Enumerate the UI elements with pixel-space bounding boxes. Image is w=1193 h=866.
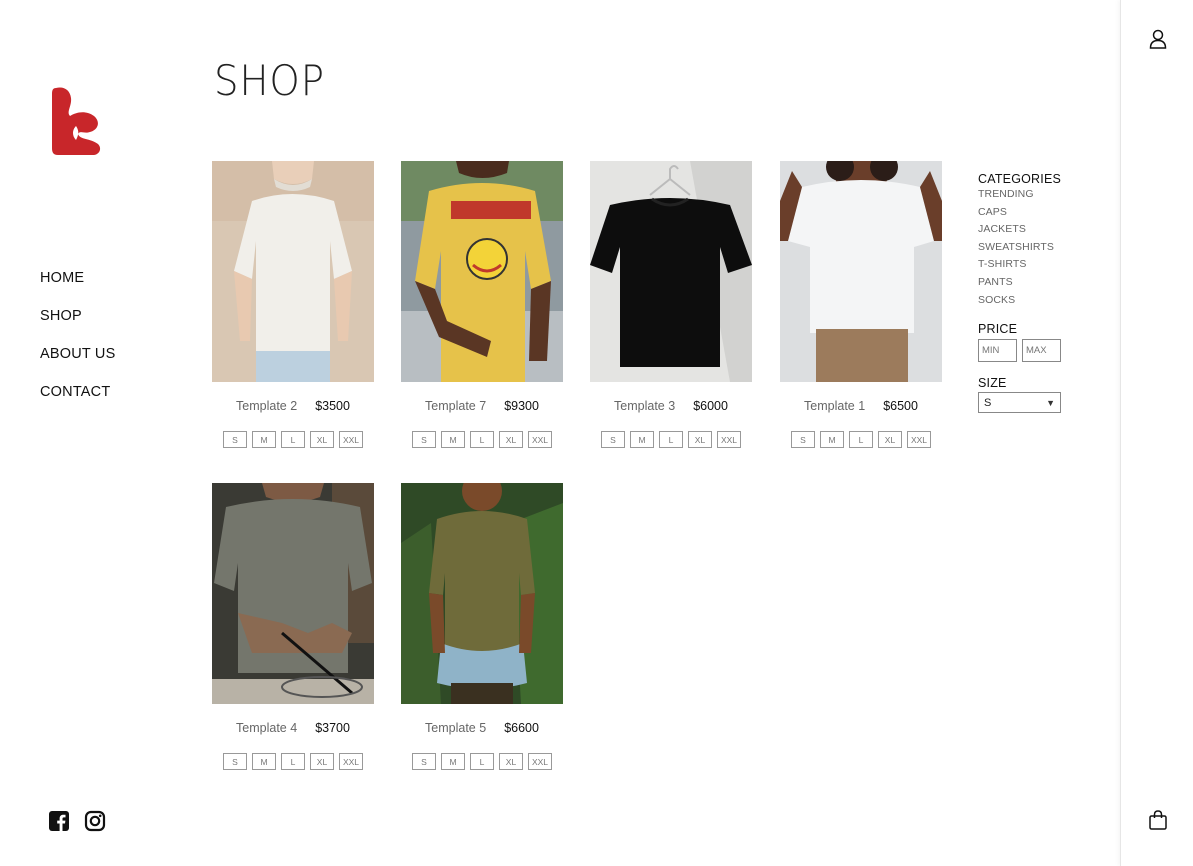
product-card: Template 4 $3700 S M L XL XXL (212, 483, 374, 770)
product-name[interactable]: Template 2 (236, 398, 297, 414)
social-links (48, 810, 106, 832)
facebook-icon[interactable] (48, 810, 70, 832)
size-options: S M L XL XXL (590, 431, 752, 448)
product-name[interactable]: Template 5 (425, 720, 486, 736)
product-image[interactable] (401, 483, 563, 704)
size-option[interactable]: XXL (339, 431, 363, 448)
nav-about-us[interactable]: ABOUT US (40, 344, 115, 382)
size-option[interactable]: XL (310, 753, 334, 770)
product-name[interactable]: Template 3 (614, 398, 675, 414)
brand-s-logo-icon (52, 87, 101, 155)
size-option[interactable]: XXL (907, 431, 931, 448)
product-card: Template 1 $6500 S M L XL XXL (780, 161, 942, 448)
product-image[interactable] (212, 483, 374, 704)
product-image[interactable] (780, 161, 942, 382)
size-options: S M L XL XXL (212, 753, 374, 770)
shopping-bag-icon[interactable] (1148, 809, 1168, 831)
size-options: S M L XL XXL (212, 431, 374, 448)
chevron-down-icon: ▼ (1046, 397, 1055, 408)
size-option[interactable]: S (223, 753, 247, 770)
category-socks[interactable]: SOCKS (978, 292, 1078, 310)
product-price: $6500 (883, 399, 918, 413)
size-select-value: S (984, 396, 992, 409)
page-title: SHOP (214, 56, 325, 105)
brand-logo[interactable] (50, 86, 102, 156)
size-option[interactable]: S (601, 431, 625, 448)
instagram-icon[interactable] (84, 810, 106, 832)
category-pants[interactable]: PANTS (978, 274, 1078, 292)
category-jackets[interactable]: JACKETS (978, 221, 1078, 239)
size-option[interactable]: L (470, 753, 494, 770)
product-price: $3700 (315, 721, 350, 735)
size-option[interactable]: XL (878, 431, 902, 448)
size-option[interactable]: L (470, 431, 494, 448)
product-name[interactable]: Template 1 (804, 398, 865, 414)
product-card: Template 7 $9300 S M L XL XXL (401, 161, 563, 448)
size-heading: SIZE (978, 376, 1007, 391)
size-option[interactable]: M (441, 431, 465, 448)
price-heading: PRICE (978, 322, 1018, 337)
size-option[interactable]: L (659, 431, 683, 448)
size-option[interactable]: XXL (717, 431, 741, 448)
size-option[interactable]: M (252, 431, 276, 448)
size-options: S M L XL XXL (401, 431, 563, 448)
size-option[interactable]: M (252, 753, 276, 770)
category-caps[interactable]: CAPS (978, 204, 1078, 222)
size-option[interactable]: XXL (528, 753, 552, 770)
filter-panel: CATEGORIES TRENDING CAPS JACKETS SWEATSH… (978, 172, 1078, 414)
size-select[interactable]: S ▼ (978, 392, 1061, 414)
user-icon[interactable] (1148, 28, 1168, 50)
product-card: Template 3 $6000 S M L XL XXL (590, 161, 752, 448)
right-rail (1120, 0, 1193, 866)
product-image[interactable] (401, 161, 563, 382)
size-option[interactable]: M (441, 753, 465, 770)
size-option[interactable]: L (281, 431, 305, 448)
product-image[interactable] (590, 161, 752, 382)
nav-shop[interactable]: SHOP (40, 306, 115, 344)
size-option[interactable]: S (412, 753, 436, 770)
product-price: $9300 (504, 399, 539, 413)
size-options: S M L XL XXL (401, 753, 563, 770)
size-option[interactable]: XXL (528, 431, 552, 448)
max-price-input[interactable] (1022, 339, 1061, 363)
product-card: Template 5 $6600 S M L XL XXL (401, 483, 563, 770)
product-name[interactable]: Template 4 (236, 720, 297, 736)
size-option[interactable]: M (630, 431, 654, 448)
size-option[interactable]: L (849, 431, 873, 448)
nav-home[interactable]: HOME (40, 268, 115, 306)
category-trending[interactable]: TRENDING (978, 186, 1078, 204)
product-image[interactable] (212, 161, 374, 382)
product-name[interactable]: Template 7 (425, 398, 486, 414)
category-sweatshirts[interactable]: SWEATSHIRTS (978, 239, 1078, 257)
size-option[interactable]: S (412, 431, 436, 448)
category-t-shirts[interactable]: T-SHIRTS (978, 256, 1078, 274)
main-nav: HOME SHOP ABOUT US CONTACT (40, 268, 115, 420)
size-option[interactable]: XL (499, 431, 523, 448)
size-option[interactable]: S (223, 431, 247, 448)
product-price: $3500 (315, 399, 350, 413)
min-price-input[interactable] (978, 339, 1017, 363)
size-option[interactable]: XL (310, 431, 334, 448)
size-option[interactable]: XXL (339, 753, 363, 770)
product-card: Template 2 $3500 S M L XL XXL (212, 161, 374, 448)
size-option[interactable]: S (791, 431, 815, 448)
size-option[interactable]: L (281, 753, 305, 770)
size-option[interactable]: XL (499, 753, 523, 770)
size-option[interactable]: M (820, 431, 844, 448)
product-price: $6000 (693, 399, 728, 413)
categories-heading: CATEGORIES (978, 172, 1062, 186)
product-price: $6600 (504, 721, 539, 735)
size-option[interactable]: XL (688, 431, 712, 448)
size-options: S M L XL XXL (780, 431, 942, 448)
nav-contact[interactable]: CONTACT (40, 382, 115, 420)
